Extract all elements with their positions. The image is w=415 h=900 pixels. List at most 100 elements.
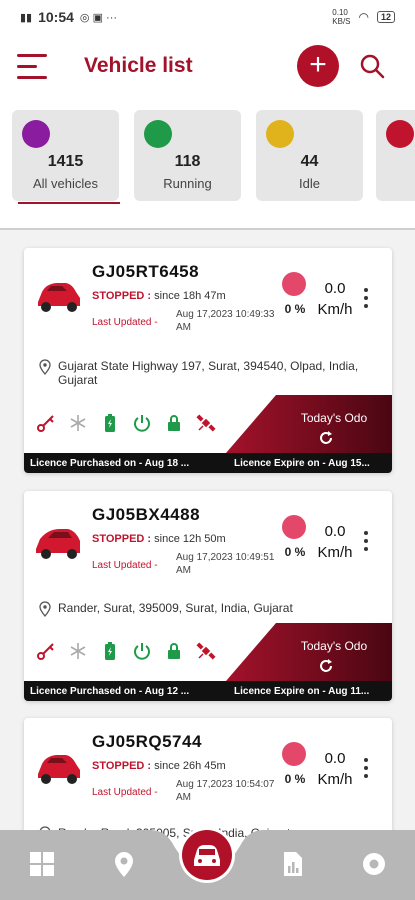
snowflake-icon (70, 415, 86, 431)
car-icon (144, 120, 172, 148)
tab-label: All vehicles (32, 176, 99, 191)
lock-icon (168, 415, 180, 431)
location-pin-icon (39, 601, 51, 617)
refresh-icon[interactable] (318, 658, 334, 674)
add-vehicle-button[interactable]: + (297, 45, 339, 87)
last-updated-value: Aug 17,2023 10:54:07 AM (176, 779, 275, 803)
licence-purchased: Licence Purchased on - Aug 12 ... (30, 685, 190, 697)
car-icon (386, 120, 414, 148)
last-updated-label: Last Updated - (92, 787, 158, 798)
status-since: since 12h 50m (154, 533, 226, 545)
address-text: Rander, Surat, 395009, Surat, India, Guj… (58, 601, 293, 615)
last-updated-value: Aug 17,2023 10:49:51 AM (176, 552, 275, 576)
tab-count: 44 (300, 153, 319, 170)
tab-all-vehicles[interactable]: 1415 All vehicles (12, 110, 119, 201)
active-tab-indicator (18, 202, 120, 204)
vehicle-address: Rander, Surat, 395009, Surat, India, Guj… (38, 601, 378, 617)
lock-icon (168, 643, 180, 659)
tab-count: 118 (174, 153, 201, 170)
last-updated-value: Aug 17,2023 10:49:33 AM (176, 309, 275, 333)
plus-icon: + (309, 48, 327, 81)
vehicle-status: STOPPED : since 18h 47m (92, 290, 226, 302)
fuel-percent: 0 % (284, 302, 306, 316)
bottom-navigation (0, 830, 415, 900)
odo-label: Today's Odo (300, 411, 368, 425)
tab-stopped[interactable] (376, 110, 415, 201)
odo-label: Today's Odo (300, 639, 368, 653)
settings-icon[interactable] (360, 850, 388, 878)
todays-odo[interactable]: Today's Odo (226, 623, 392, 681)
page-title: Vehicle list (84, 54, 193, 77)
speed-unit: Km/h (317, 771, 353, 788)
vehicle-plate: GJ05RQ5744 (92, 732, 202, 751)
speed: 0.0 Km/h (310, 521, 360, 563)
menu-icon[interactable] (17, 54, 49, 80)
status-since: since 18h 47m (154, 290, 226, 302)
todays-odo[interactable]: Today's Odo (226, 395, 392, 453)
dashboard-icon[interactable] (28, 850, 56, 878)
status-bar: ▮▮ 10:54 ◎ ▣ ··· 0.10 KB/S ◠ 12 (0, 0, 415, 34)
network-speed: 0.10 KB/S (332, 8, 351, 26)
power-icon (134, 415, 150, 432)
battery-indicator: 12 (376, 11, 395, 23)
key-icon (37, 643, 54, 660)
vehicle-status-icons (36, 413, 216, 433)
car-icon (38, 755, 80, 784)
app-header: Vehicle list + (0, 34, 415, 102)
licence-expire: Licence Expire on - Aug 15... (234, 457, 370, 469)
address-text: Gujarat State Highway 197, Surat, 394540… (58, 359, 359, 387)
fuel-percent: 0 % (284, 545, 306, 559)
speed: 0.0 Km/h (310, 748, 360, 790)
notification-icons: ◎ ▣ ··· (79, 11, 118, 24)
vehicle-plate: GJ05RT6458 (92, 262, 200, 281)
last-updated-label: Last Updated - (92, 317, 158, 328)
location-icon[interactable] (110, 850, 138, 878)
car-icon (38, 283, 80, 312)
vehicle-icon (194, 845, 220, 866)
tab-idle[interactable]: 44 Idle (256, 110, 363, 201)
tab-count: 1415 (47, 153, 84, 170)
licence-expire: Licence Expire on - Aug 11... (234, 685, 370, 697)
more-options-icon[interactable] (359, 288, 373, 310)
speed: 0.0 Km/h (310, 278, 360, 320)
vehicle-list-nav-button[interactable] (182, 830, 232, 880)
more-options-icon[interactable] (359, 531, 373, 553)
vehicle-card[interactable]: GJ05BX4488 STOPPED : since 12h 50m Last … (24, 491, 392, 701)
vehicle-status: STOPPED : since 26h 45m (92, 760, 226, 772)
status-text: STOPPED : (92, 533, 152, 545)
car-icon (22, 120, 50, 148)
snowflake-icon (70, 643, 86, 659)
satellite-icon (196, 414, 216, 432)
key-icon (37, 415, 54, 432)
search-icon[interactable] (358, 52, 386, 80)
speed-unit: Km/h (317, 544, 353, 561)
fuel-icon (282, 742, 306, 766)
licence-bar: Licence Purchased on - Aug 12 ... Licenc… (24, 681, 392, 701)
divider (0, 228, 415, 230)
power-icon (134, 643, 150, 660)
refresh-icon[interactable] (318, 430, 334, 446)
status-text: STOPPED : (92, 760, 152, 772)
vehicle-card[interactable]: GJ05RT6458 STOPPED : since 18h 47m Last … (24, 248, 392, 473)
tab-running[interactable]: 118 Running (134, 110, 241, 201)
filter-tabs: 1415 All vehicles 118 Running 44 Idle (0, 102, 415, 228)
licence-purchased: Licence Purchased on - Aug 18 ... (30, 457, 190, 469)
wifi-icon: ◠ (358, 10, 369, 24)
satellite-icon (196, 642, 216, 660)
status-text: STOPPED : (92, 290, 152, 302)
fuel-percent: 0 % (284, 772, 306, 786)
battery-icon (105, 414, 115, 432)
tab-label: Running (163, 176, 212, 191)
more-options-icon[interactable] (359, 758, 373, 780)
location-pin-icon (39, 359, 51, 375)
clock: 10:54 (38, 9, 74, 25)
licence-bar: Licence Purchased on - Aug 18 ... Licenc… (24, 453, 392, 473)
vehicle-address: Gujarat State Highway 197, Surat, 394540… (38, 359, 378, 387)
speed-value: 0.0 (324, 750, 346, 767)
speed-value: 0.0 (324, 523, 346, 540)
report-icon[interactable] (278, 850, 306, 878)
vehicle-status-icons (36, 641, 216, 661)
vehicle-plate: GJ05BX4488 (92, 505, 201, 524)
fuel-icon (282, 272, 306, 296)
fuel-icon (282, 515, 306, 539)
